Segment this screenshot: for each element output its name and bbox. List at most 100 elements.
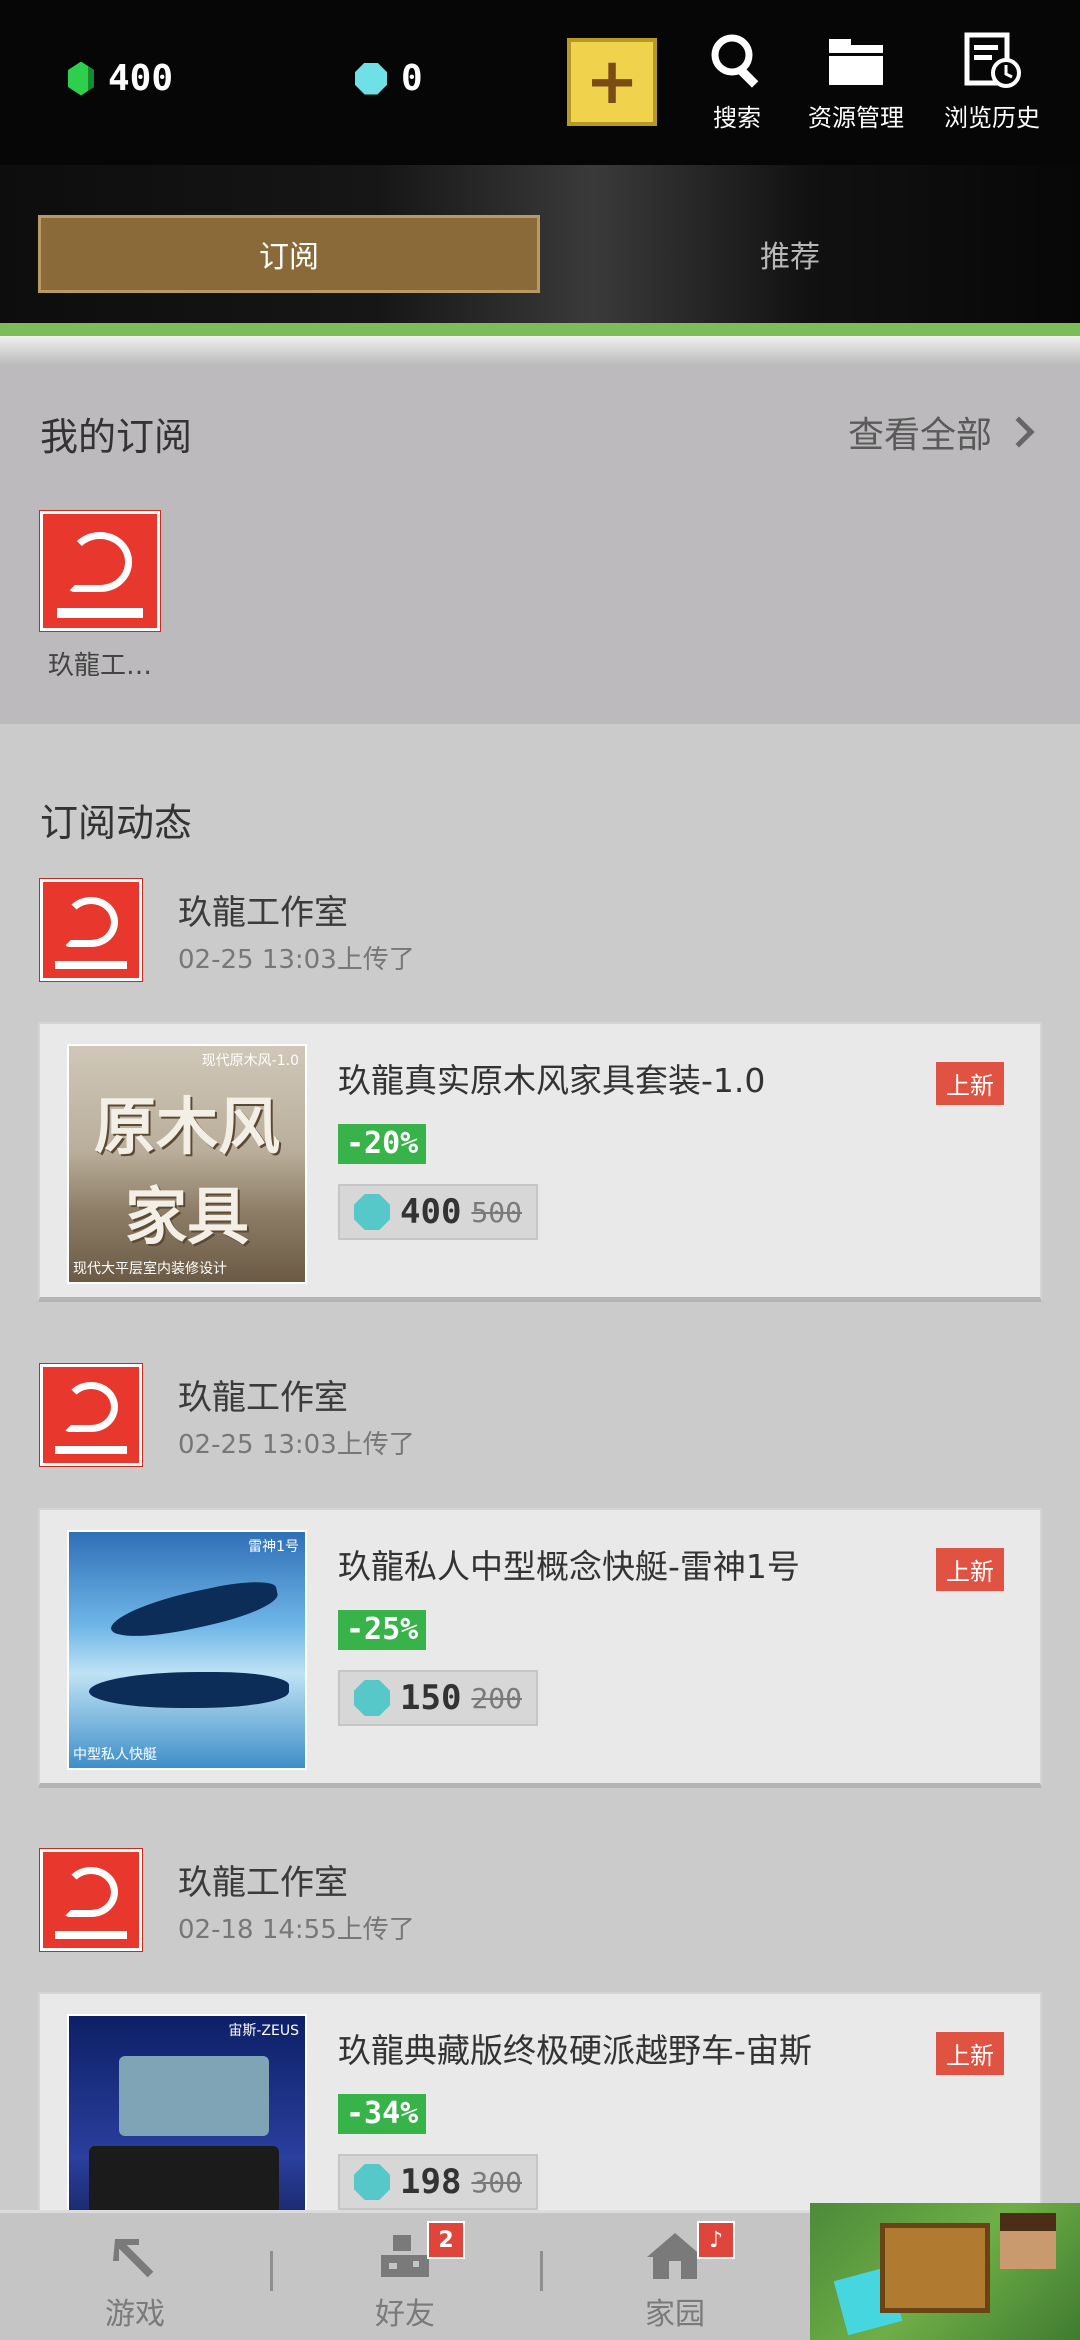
chevron-right-icon bbox=[1003, 416, 1035, 448]
boat-shape bbox=[89, 1672, 289, 1708]
nav-home-label: 家园 bbox=[645, 2297, 705, 2332]
subscription-feed: 订阅动态 玖龍工作室 02-25 13:03上传了 现代原木风-1.0 原木风 … bbox=[0, 724, 1080, 2210]
author-name: 玖龍工作室 bbox=[178, 893, 348, 933]
post-time: 02-25 13:03上传了 bbox=[178, 1430, 415, 1460]
original-price: 500 bbox=[471, 1195, 522, 1229]
thumbnail-tag: 现代原木风-1.0 bbox=[201, 1053, 299, 1069]
nav-separator bbox=[540, 2251, 543, 2291]
post-time: 02-25 13:03上传了 bbox=[178, 945, 415, 975]
subscription-name: 玖龍工… bbox=[47, 651, 152, 681]
diamond-balance[interactable]: 0 bbox=[355, 58, 423, 99]
nav-friends[interactable]: 2 好友 bbox=[330, 2221, 480, 2333]
my-subscriptions-title: 我的订阅 bbox=[40, 415, 193, 459]
product-title: 玖龍典藏版终极硬派越野车-宙斯 bbox=[338, 2031, 812, 2070]
author-name: 玖龍工作室 bbox=[178, 1863, 348, 1903]
folder-icon bbox=[824, 30, 888, 90]
tab-recommended[interactable]: 推荐 bbox=[560, 215, 1020, 293]
subscription-item[interactable]: 玖龍工… bbox=[40, 511, 160, 682]
current-price: 400 bbox=[400, 1192, 462, 1232]
post-header[interactable]: 玖龍工作室 02-25 13:03上传了 bbox=[40, 1364, 1040, 1468]
nav-games-label: 游戏 bbox=[105, 2297, 165, 2332]
friends-badge: 2 bbox=[427, 2221, 465, 2259]
author-avatar[interactable] bbox=[40, 879, 142, 981]
music-badge: ♪ bbox=[697, 2221, 735, 2259]
pickaxe-icon bbox=[105, 2231, 165, 2281]
current-price: 198 bbox=[400, 2162, 462, 2202]
price-box: 400 500 bbox=[338, 1184, 538, 1240]
nav-games[interactable]: 游戏 bbox=[60, 2231, 210, 2333]
emerald-count: 400 bbox=[108, 58, 174, 99]
diamond-icon bbox=[355, 62, 387, 95]
divider bbox=[0, 336, 1080, 366]
car-shape bbox=[89, 2146, 279, 2210]
new-badge: 上新 bbox=[936, 2032, 1004, 2075]
author-name: 玖龍工作室 bbox=[178, 1378, 348, 1418]
discount-badge: -25% bbox=[338, 1610, 427, 1650]
nav-separator bbox=[270, 2251, 273, 2291]
search-icon bbox=[705, 30, 769, 90]
emerald-icon bbox=[68, 61, 94, 96]
new-badge: 上新 bbox=[936, 1548, 1004, 1591]
search-label: 搜索 bbox=[713, 104, 761, 132]
view-all-label: 查看全部 bbox=[847, 415, 992, 456]
view-all-link[interactable]: 查看全部 bbox=[847, 406, 1035, 458]
my-subscriptions-section: 我的订阅 查看全部 玖龍工… bbox=[0, 366, 1080, 724]
product-card[interactable]: 现代原木风-1.0 原木风 家具 现代大平层室内装修设计 玖龍真实原木风家具套装… bbox=[38, 1022, 1042, 1302]
resource-manager-label: 资源管理 bbox=[808, 104, 904, 132]
thumbnail-text: 原木风 bbox=[93, 1090, 280, 1163]
resource-manager-button[interactable]: 资源管理 bbox=[808, 30, 904, 133]
post-header[interactable]: 玖龍工作室 02-18 14:55上传了 bbox=[40, 1849, 1040, 1953]
nav-home[interactable]: ♪ 家园 bbox=[600, 2221, 750, 2333]
price-box: 198 300 bbox=[338, 2154, 538, 2210]
nav-friends-label: 好友 bbox=[375, 2297, 435, 2332]
character-icon bbox=[1000, 2213, 1056, 2269]
product-thumbnail: 现代原木风-1.0 原木风 家具 现代大平层室内装修设计 bbox=[67, 1044, 307, 1284]
bottom-nav: 游戏 2 好友 ♪ 家园 bbox=[0, 2203, 1080, 2340]
diamond-count: 0 bbox=[401, 58, 423, 99]
history-icon bbox=[960, 30, 1024, 90]
product-thumbnail: 雷神1号 中型私人快艇 bbox=[67, 1530, 307, 1770]
home-icon: ♪ bbox=[645, 2221, 735, 2281]
tab-bar: 订阅 推荐 bbox=[0, 165, 1080, 323]
thumbnail-caption: 现代大平层室内装修设计 bbox=[73, 1261, 227, 1277]
diamond-icon bbox=[354, 2164, 390, 2200]
thumbnail-text: 家具 bbox=[124, 1180, 249, 1253]
thumbnail-tag: 雷神1号 bbox=[248, 1539, 299, 1555]
original-price: 200 bbox=[471, 1681, 522, 1715]
current-price: 150 bbox=[400, 1678, 462, 1718]
product-card[interactable]: 雷神1号 中型私人快艇 玖龍私人中型概念快艇-雷神1号 上新 -25% 150 … bbox=[38, 1508, 1042, 1788]
post-time: 02-18 14:55上传了 bbox=[178, 1915, 415, 1945]
diamond-icon bbox=[354, 1194, 390, 1230]
tab-subscribed[interactable]: 订阅 bbox=[38, 215, 540, 293]
friends-icon: 2 bbox=[375, 2221, 465, 2281]
product-title: 玖龍真实原木风家具套装-1.0 bbox=[338, 1061, 766, 1100]
diamond-icon bbox=[354, 1680, 390, 1716]
new-badge: 上新 bbox=[936, 1062, 1004, 1105]
product-card[interactable]: 宙斯-ZEUS 玖龍典藏版终极硬派越野车-宙斯 上新 -34% 198 300 bbox=[38, 1992, 1042, 2210]
tab-indicator-line bbox=[0, 323, 1080, 336]
boat-shape bbox=[107, 1574, 281, 1646]
thumbnail-caption: 中型私人快艇 bbox=[73, 1747, 157, 1763]
discount-badge: -34% bbox=[338, 2094, 427, 2134]
top-bar: 400 0 + 搜索 资源管理 浏览历史 bbox=[0, 0, 1080, 165]
chest-icon bbox=[880, 2223, 990, 2313]
original-price: 300 bbox=[471, 2165, 522, 2199]
thumbnail-tag: 宙斯-ZEUS bbox=[228, 2023, 299, 2039]
author-avatar[interactable] bbox=[40, 1364, 142, 1466]
post-header[interactable]: 玖龍工作室 02-25 13:03上传了 bbox=[40, 879, 1040, 983]
discount-badge: -20% bbox=[338, 1124, 427, 1164]
history-label: 浏览历史 bbox=[944, 104, 1040, 132]
product-thumbnail: 宙斯-ZEUS bbox=[67, 2014, 307, 2210]
add-currency-button[interactable]: + bbox=[567, 38, 657, 126]
studio-logo bbox=[40, 511, 160, 631]
feed-title: 订阅动态 bbox=[40, 801, 193, 845]
history-button[interactable]: 浏览历史 bbox=[944, 30, 1040, 133]
price-box: 150 200 bbox=[338, 1670, 538, 1726]
search-button[interactable]: 搜索 bbox=[705, 30, 769, 133]
product-title: 玖龍私人中型概念快艇-雷神1号 bbox=[338, 1547, 800, 1586]
emerald-balance[interactable]: 400 bbox=[68, 58, 173, 99]
car-shape bbox=[119, 2056, 269, 2136]
treasure-chest-promo[interactable] bbox=[810, 2203, 1080, 2340]
plus-icon: + bbox=[585, 45, 639, 119]
author-avatar[interactable] bbox=[40, 1849, 142, 1951]
